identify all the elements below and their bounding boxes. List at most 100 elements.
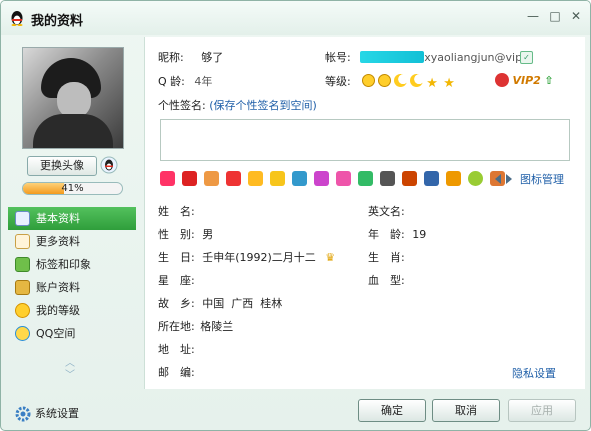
minimize-button[interactable]: — (522, 7, 544, 25)
profile-completion-bar: 41% (22, 182, 123, 195)
sun-level-icon (362, 74, 376, 87)
address-label: 地 址: (158, 343, 195, 356)
avatar[interactable] (22, 47, 124, 149)
gear-icon (15, 406, 31, 422)
level-label: 等级: (325, 75, 351, 88)
heart-badge-icon[interactable] (204, 171, 219, 186)
sidebar-item-label: 更多资料 (36, 235, 80, 248)
postcode-label: 邮 编: (158, 366, 195, 379)
profile-card-icon (15, 211, 30, 226)
sidebar-item-level[interactable]: 我的等级 (8, 299, 136, 322)
account-label: 帐号: (325, 51, 351, 64)
account-value: xyaoliangjun@vip. (424, 51, 526, 64)
black-gem-badge-icon[interactable] (380, 171, 395, 186)
coin-badge-icon[interactable] (446, 171, 461, 186)
location-label: 所在地: (158, 320, 195, 333)
more-info-icon (15, 234, 30, 249)
blue-gem-badge-icon[interactable] (292, 171, 307, 186)
english-name-row: 英文名: (368, 203, 405, 219)
gender-row: 性 别: 男 (158, 226, 213, 242)
signature-row: 个性签名: (保存个性签名到空间) (158, 97, 317, 113)
maximize-button[interactable]: □ (544, 7, 566, 25)
privacy-settings-link[interactable]: 隐私设置 (512, 365, 556, 381)
qq-show-icon[interactable] (100, 156, 118, 174)
sidebar-scroll-arrows: ︿ ﹀ (63, 358, 77, 382)
vip-label: VIP2 (512, 74, 541, 87)
signature-label: 个性签名: (158, 99, 206, 112)
icon-management-link[interactable]: 图标管理 (520, 171, 564, 187)
moon-level-icon (410, 74, 424, 87)
game-badge-icon[interactable] (402, 171, 417, 186)
birthday-value: 壬申年(1992)二月十二 (202, 251, 316, 264)
phone-badge-icon[interactable] (424, 171, 439, 186)
sidebar-item-label: QQ空间 (36, 327, 76, 340)
star-level-icon: ★ (443, 76, 455, 91)
yellow-gem-badge-icon[interactable] (270, 171, 285, 186)
copy-account-icon[interactable]: ✓ (520, 51, 533, 64)
age-value: 19 (412, 228, 427, 241)
blood-type-row: 血 型: (368, 272, 405, 288)
sidebar-item-tags[interactable]: 标签和印象 (8, 253, 136, 276)
address-row: 地 址: (158, 341, 195, 357)
ok-button[interactable]: 确定 (358, 399, 426, 422)
constellation-row: 星 座: (158, 272, 195, 288)
profile-panel: 昵称: 够了 帐号: xyaoliangjun@vip. ✓ Q 龄: 4年 等… (144, 37, 585, 389)
nickname-value[interactable]: 够了 (201, 51, 223, 64)
tags-icon (15, 257, 30, 272)
account-row: 帐号: xyaoliangjun@vip. (325, 49, 526, 65)
green-diamond-badge-icon[interactable] (358, 171, 373, 186)
crown-icon: ♛ (325, 251, 336, 264)
sidebar-item-basic-info[interactable]: 基本资料 (8, 207, 136, 230)
level-icon (15, 303, 30, 318)
name-row: 姓 名: (158, 203, 195, 219)
close-button[interactable]: ✕ (565, 7, 587, 25)
qzone-icon (15, 326, 30, 341)
scroll-up-icon[interactable]: ︿ (63, 358, 77, 370)
gold-gem-badge-icon[interactable] (248, 171, 263, 186)
qage-value: 4年 (194, 75, 213, 88)
sidebar-item-account[interactable]: 账户资料 (8, 276, 136, 299)
sidebar-item-label: 账户资料 (36, 281, 80, 294)
sun-level-icon (378, 74, 392, 87)
level-row: 等级: ★ ★ (325, 73, 460, 90)
signature-input[interactable] (160, 119, 570, 161)
gem-badge-icon[interactable] (226, 171, 241, 186)
title-bar[interactable]: 我的资料 — □ ✕ (1, 1, 590, 35)
apply-button[interactable]: 应用 (508, 399, 576, 422)
age-row: 年 龄: 19 (368, 226, 426, 242)
nickname-row: 昵称: 够了 (158, 49, 223, 65)
constellation-label: 星 座: (158, 274, 195, 287)
gender-value: 男 (202, 228, 214, 241)
age-label: 年 龄: (368, 228, 405, 241)
zodiac-row: 生 肖: (368, 249, 405, 265)
pet-badge-icon[interactable] (468, 171, 483, 186)
vip-penguin-icon (495, 73, 509, 87)
window-title: 我的资料 (31, 14, 84, 29)
icons-prev-icon[interactable] (495, 174, 501, 184)
sidebar-item-label: 标签和印象 (36, 258, 91, 271)
love-badge-icon[interactable] (160, 171, 175, 186)
avatar-body (33, 114, 113, 148)
change-avatar-button[interactable]: 更换头像 (27, 156, 97, 176)
scroll-down-icon[interactable]: ﹀ (63, 370, 77, 382)
sidebar-item-qzone[interactable]: QQ空间 (8, 322, 136, 345)
save-signature-link[interactable]: (保存个性签名到空间) (209, 99, 317, 112)
system-settings-label: 系统设置 (35, 407, 79, 420)
hometown-value: 中国 广西 桂林 (202, 297, 283, 310)
sidebar-item-label: 基本资料 (36, 212, 80, 225)
qage-label: Q 龄: (158, 75, 185, 88)
sidebar-item-more-info[interactable]: 更多资料 (8, 230, 136, 253)
name-label: 姓 名: (158, 205, 195, 218)
account-icon (15, 280, 30, 295)
system-settings-link[interactable]: 系统设置 (15, 406, 79, 422)
cancel-button[interactable]: 取消 (432, 399, 500, 422)
icons-next-icon[interactable] (506, 174, 512, 184)
pink-gem-badge-icon[interactable] (336, 171, 351, 186)
location-value: 格陵兰 (200, 320, 234, 333)
hometown-row: 故 乡: 中国 广西 桂林 (158, 295, 282, 311)
diamond-badge-icon[interactable] (314, 171, 329, 186)
vip-badge[interactable]: VIP2 ⇧ (495, 73, 554, 87)
penguin-badge-icon[interactable] (182, 171, 197, 186)
nickname-label: 昵称: (158, 51, 184, 64)
gender-label: 性 别: (158, 228, 195, 241)
